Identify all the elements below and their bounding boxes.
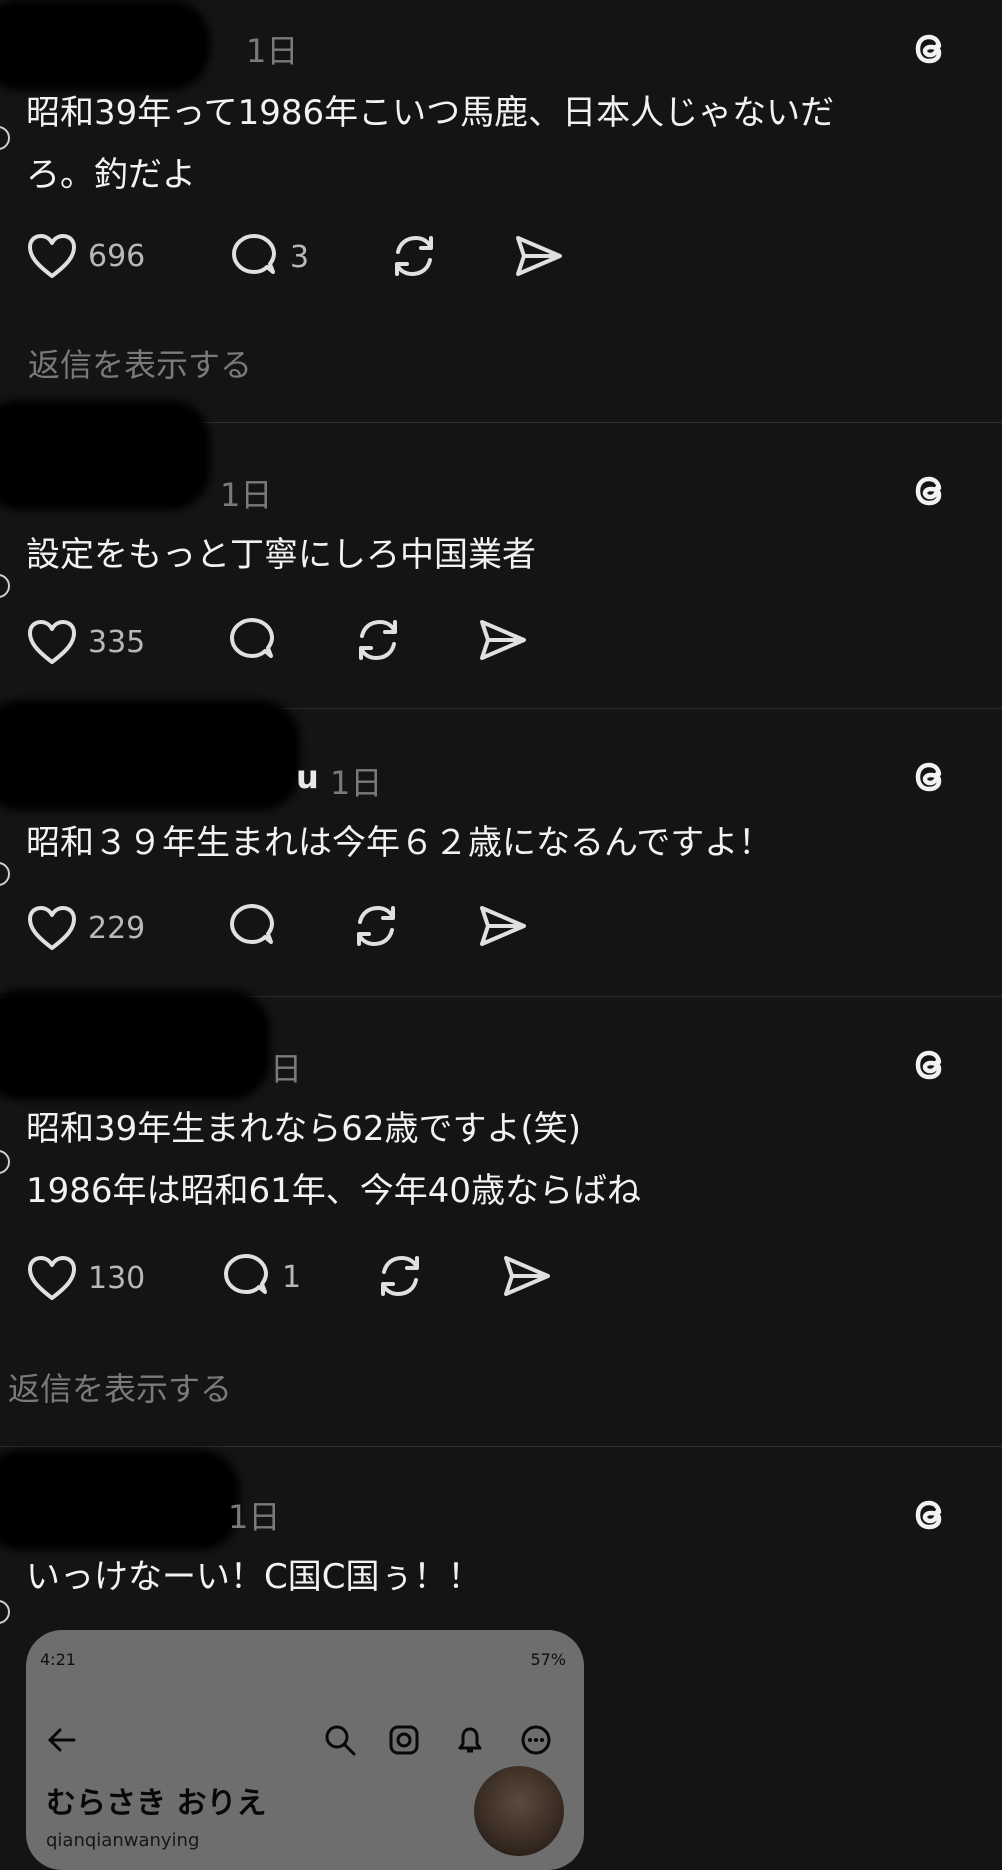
avatar[interactable] [0,126,10,150]
embed-status-time: 4:21 [40,1650,76,1669]
post-text: いっけなーい！C国C国ぅ！！ [26,1557,482,1597]
threads-logo-icon[interactable] [906,466,954,514]
reply-button[interactable]: 3 [228,232,309,282]
comment-icon [232,234,276,274]
comment-icon [224,1254,268,1294]
like-count: 696 [88,238,146,274]
like-count: 335 [88,624,146,660]
show-replies-link[interactable]: 返信を表示する [8,1364,232,1410]
post-time: 1日 [220,476,273,514]
threads-logo-icon[interactable] [906,1490,954,1538]
send-icon[interactable] [512,230,564,282]
threads-logo-icon[interactable] [906,1040,954,1088]
post-text: 昭和39年って1986年こいつ馬鹿、日本人じゃないだ ろ。釣だよ [26,93,835,195]
back-arrow-icon [47,1728,76,1752]
comment-icon[interactable] [226,902,278,952]
send-icon[interactable] [476,614,528,666]
send-icon[interactable] [476,900,528,952]
reply-count: 3 [290,239,310,275]
heart-icon [28,620,76,664]
repost-icon[interactable] [352,614,404,666]
show-replies-link[interactable]: 返信を表示する [28,340,252,386]
embed-username: qianqianwanying [46,1830,200,1851]
post-text: 設定をもっと丁寧にしろ中国業者 [26,535,536,575]
like-button[interactable]: 696 [26,232,145,280]
divider [0,1446,1002,1447]
threads-logo-icon[interactable] [906,752,954,800]
like-button[interactable]: 229 [26,904,145,952]
repost-icon[interactable] [374,1250,426,1302]
heart-icon [28,906,76,950]
heart-icon [28,234,76,278]
threads-logo-icon[interactable] [906,24,954,72]
repost-icon[interactable] [388,230,440,282]
instagram-icon [389,1725,419,1755]
post-text: 昭和３９年生まれは今年６２歳になるんですよ！ [26,823,773,863]
avatar[interactable] [0,574,10,598]
like-button[interactable]: 130 [26,1254,145,1302]
embed-profile-name: むらさき おりえ [46,1786,267,1821]
post-time: 日 [270,1050,303,1088]
embedded-screenshot[interactable]: 4:21 57% むらさき おりえ qianqianwanying [26,1630,584,1870]
avatar[interactable] [0,1600,10,1624]
search-icon [325,1725,356,1756]
like-count: 229 [88,910,146,946]
post-time: 1日 [228,1498,281,1536]
post-time: 1日 [246,32,299,70]
comment-icon[interactable] [226,616,278,666]
reply-button[interactable]: 1 [220,1252,301,1302]
embed-battery: 57% [530,1650,566,1669]
repost-icon[interactable] [350,900,402,952]
send-icon[interactable] [500,1250,552,1302]
embed-status-bar: 4:21 57% [40,1650,566,1678]
post-text: 昭和39年生まれなら62歳ですよ(笑) 1986年は昭和61年、今年40歳ならば… [26,1109,642,1211]
post-time: 1日 [330,764,383,802]
avatar[interactable] [0,862,10,886]
like-button[interactable]: 335 [26,618,145,666]
avatar[interactable] [0,1150,10,1174]
embed-navbar [46,1720,564,1760]
reply-count: 1 [282,1259,302,1295]
like-count: 130 [88,1260,146,1296]
bell-icon [458,1727,482,1753]
heart-icon [28,1256,76,1300]
more-icon [521,1725,551,1755]
post-handle[interactable]: u [296,758,319,796]
embed-avatar [474,1766,564,1856]
